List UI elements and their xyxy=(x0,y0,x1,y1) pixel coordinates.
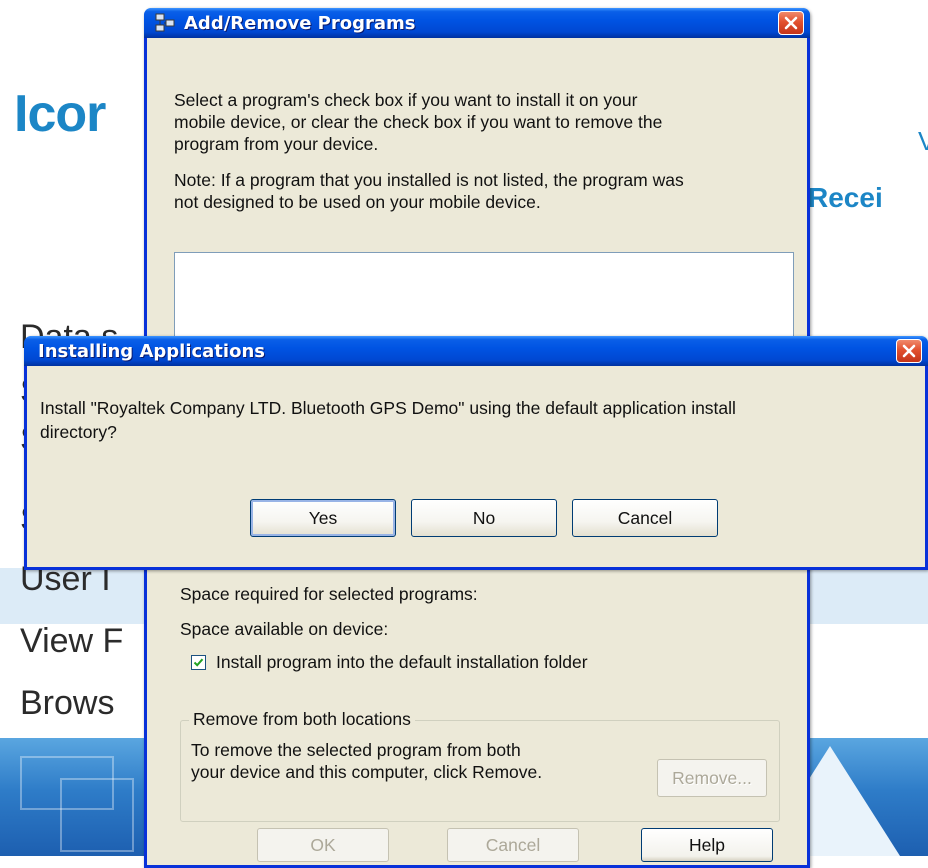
install-default-folder-label: Install program into the default install… xyxy=(216,652,588,672)
installing-applications-dialog: Installing Applications Install "Royalte… xyxy=(24,336,928,570)
yes-button[interactable]: Yes xyxy=(250,499,396,537)
checkbox-checked-icon[interactable] xyxy=(191,655,206,670)
close-icon[interactable] xyxy=(896,339,922,363)
installing-title-bar[interactable]: Installing Applications xyxy=(24,336,928,366)
space-required-label: Space required for selected programs: xyxy=(180,584,478,604)
ok-button[interactable]: OK xyxy=(257,828,389,862)
instruction-line: program from your device. xyxy=(174,134,379,154)
remove-description-line: To remove the selected program from both xyxy=(191,740,521,760)
remove-description: To remove the selected program from both… xyxy=(191,739,542,783)
background-subheading: Recei xyxy=(808,182,883,214)
background-logo-text: Icor xyxy=(14,85,106,143)
note-line: not designed to be used on your mobile d… xyxy=(174,192,541,212)
instruction-line: Select a program's check box if you want… xyxy=(174,90,638,110)
cancel-button[interactable]: Cancel xyxy=(447,828,579,862)
add-remove-title: Add/Remove Programs xyxy=(184,12,416,34)
space-available-label: Space available on device: xyxy=(180,619,389,639)
remove-groupbox-legend: Remove from both locations xyxy=(189,709,415,730)
instruction-line: mobile device, or clear the check box if… xyxy=(174,112,663,132)
background-menu-item[interactable]: View F xyxy=(20,622,123,661)
note-line: Note: If a program that you installed is… xyxy=(174,170,684,190)
install-default-folder-checkbox[interactable]: Install program into the default install… xyxy=(191,652,588,673)
cancel-install-button[interactable]: Cancel xyxy=(572,499,718,537)
remove-description-line: your device and this computer, click Rem… xyxy=(191,762,543,782)
programs-icon xyxy=(154,13,176,33)
add-remove-title-bar[interactable]: Add/Remove Programs xyxy=(144,8,810,38)
install-message-line: directory? xyxy=(40,422,117,442)
no-button[interactable]: No xyxy=(411,499,557,537)
installing-title: Installing Applications xyxy=(38,340,265,362)
remove-groupbox: Remove from both locations To remove the… xyxy=(180,709,780,822)
background-heading-fragment: V xyxy=(918,126,928,156)
install-message-line: Install "Royaltek Company LTD. Bluetooth… xyxy=(40,398,736,418)
close-icon[interactable] xyxy=(778,11,804,35)
remove-button[interactable]: Remove... xyxy=(657,759,767,797)
background-menu-item[interactable]: Brows xyxy=(20,684,114,723)
note-text: Note: If a program that you installed is… xyxy=(174,169,684,213)
help-button[interactable]: Help xyxy=(641,828,773,862)
install-message: Install "Royaltek Company LTD. Bluetooth… xyxy=(40,396,918,444)
instruction-text: Select a program's check box if you want… xyxy=(174,89,662,155)
background-subheading-text: Recei xyxy=(808,182,883,213)
installing-body: Install "Royaltek Company LTD. Bluetooth… xyxy=(27,366,925,567)
